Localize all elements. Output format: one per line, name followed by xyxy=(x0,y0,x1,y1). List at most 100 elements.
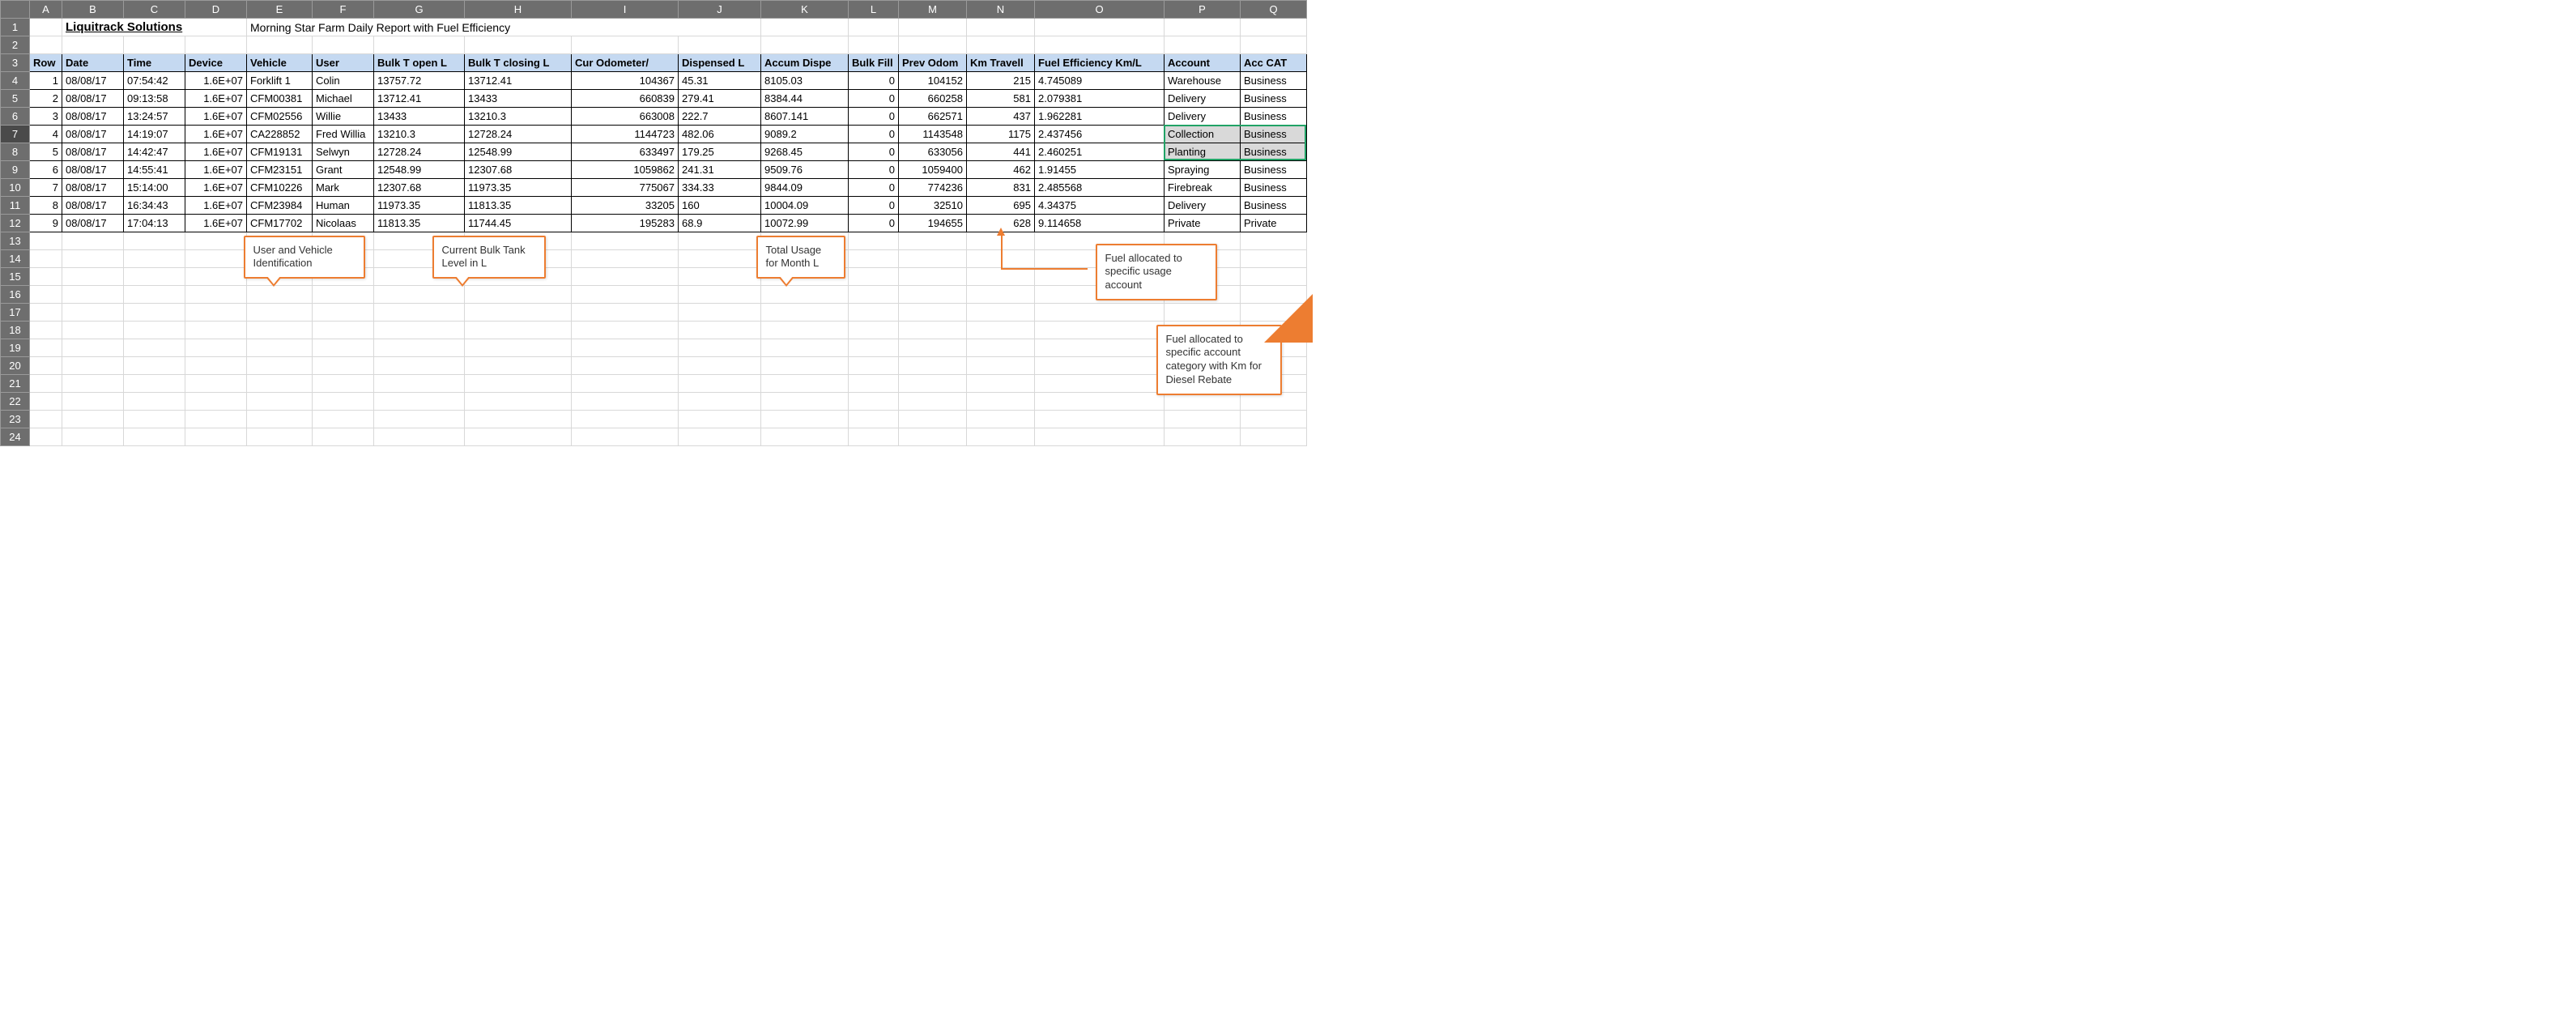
cell[interactable]: 13433 xyxy=(374,108,465,126)
cell[interactable] xyxy=(185,250,247,268)
cell[interactable]: 4.34375 xyxy=(1035,197,1165,215)
cell[interactable] xyxy=(849,357,899,375)
cell[interactable]: 07:54:42 xyxy=(124,72,185,90)
cell[interactable]: 08/08/17 xyxy=(62,72,124,90)
cell[interactable]: 482.06 xyxy=(679,126,761,143)
cell[interactable] xyxy=(247,286,313,304)
cell[interactable]: 1059862 xyxy=(572,161,679,179)
cell[interactable] xyxy=(374,411,465,428)
cell[interactable]: 0 xyxy=(849,72,899,90)
cell[interactable]: 9268.45 xyxy=(761,143,849,161)
cell[interactable] xyxy=(679,411,761,428)
cell[interactable] xyxy=(247,393,313,411)
cell[interactable]: 0 xyxy=(849,197,899,215)
cell[interactable]: Business xyxy=(1241,72,1307,90)
cell[interactable]: Delivery xyxy=(1165,197,1241,215)
cell[interactable]: Delivery xyxy=(1165,90,1241,108)
cell[interactable] xyxy=(899,250,967,268)
cell[interactable] xyxy=(185,268,247,286)
cell[interactable]: Collection xyxy=(1165,126,1241,143)
cell[interactable] xyxy=(313,322,374,339)
cell[interactable] xyxy=(62,428,124,446)
cell[interactable] xyxy=(1165,411,1241,428)
col-head-G[interactable]: G xyxy=(374,1,465,19)
cell[interactable]: 2.485568 xyxy=(1035,179,1165,197)
cell[interactable]: CFM23984 xyxy=(247,197,313,215)
cell[interactable]: 660258 xyxy=(899,90,967,108)
cell[interactable]: 1.6E+07 xyxy=(185,108,247,126)
cell[interactable]: CFM10226 xyxy=(247,179,313,197)
cell[interactable]: 0 xyxy=(849,143,899,161)
cell[interactable] xyxy=(572,268,679,286)
cell[interactable]: CFM00381 xyxy=(247,90,313,108)
cell[interactable] xyxy=(761,286,849,304)
cell[interactable]: Colin xyxy=(313,72,374,90)
cell[interactable]: 8607.141 xyxy=(761,108,849,126)
cell[interactable] xyxy=(465,357,572,375)
cell[interactable] xyxy=(313,304,374,322)
cell[interactable]: 160 xyxy=(679,197,761,215)
cell[interactable] xyxy=(849,286,899,304)
cell[interactable]: 11813.35 xyxy=(374,215,465,232)
col-head-C[interactable]: C xyxy=(124,1,185,19)
cell[interactable] xyxy=(124,232,185,250)
cell[interactable]: 662571 xyxy=(899,108,967,126)
row-head-7[interactable]: 7 xyxy=(1,126,30,143)
cell[interactable] xyxy=(247,375,313,393)
cell[interactable] xyxy=(1241,232,1307,250)
col-head-I[interactable]: I xyxy=(572,1,679,19)
hdr-prev-odo[interactable]: Prev Odom xyxy=(899,54,967,72)
cell[interactable] xyxy=(374,339,465,357)
cell[interactable]: 0 xyxy=(849,215,899,232)
cell[interactable]: 241.31 xyxy=(679,161,761,179)
cell[interactable] xyxy=(124,428,185,446)
row-head-18[interactable]: 18 xyxy=(1,322,30,339)
cell[interactable]: 16:34:43 xyxy=(124,197,185,215)
cell[interactable] xyxy=(465,393,572,411)
cell[interactable] xyxy=(679,357,761,375)
cell[interactable] xyxy=(572,322,679,339)
cell[interactable] xyxy=(62,393,124,411)
cell[interactable] xyxy=(247,357,313,375)
cell[interactable]: Grant xyxy=(313,161,374,179)
cell[interactable] xyxy=(967,304,1035,322)
hdr-acc-cat[interactable]: Acc CAT xyxy=(1241,54,1307,72)
cell[interactable] xyxy=(1035,375,1165,393)
cell[interactable]: 581 xyxy=(967,90,1035,108)
cell[interactable]: 5 xyxy=(30,143,62,161)
cell[interactable]: 215 xyxy=(967,72,1035,90)
cell[interactable] xyxy=(849,304,899,322)
cell[interactable]: 14:19:07 xyxy=(124,126,185,143)
cell[interactable]: 1144723 xyxy=(572,126,679,143)
cell[interactable] xyxy=(1241,250,1307,268)
cell[interactable] xyxy=(313,393,374,411)
cell[interactable]: CFM02556 xyxy=(247,108,313,126)
cell[interactable]: 17:04:13 xyxy=(124,215,185,232)
row-head-12[interactable]: 12 xyxy=(1,215,30,232)
col-head-P[interactable]: P xyxy=(1165,1,1241,19)
cell[interactable]: Delivery xyxy=(1165,108,1241,126)
cell[interactable] xyxy=(124,286,185,304)
cell[interactable]: 11973.35 xyxy=(374,197,465,215)
cell[interactable] xyxy=(124,339,185,357)
cell[interactable] xyxy=(761,375,849,393)
cell[interactable] xyxy=(313,339,374,357)
cell[interactable] xyxy=(679,232,761,250)
cell[interactable] xyxy=(679,304,761,322)
cell[interactable]: 334.33 xyxy=(679,179,761,197)
row-head-11[interactable]: 11 xyxy=(1,197,30,215)
col-head-K[interactable]: K xyxy=(761,1,849,19)
cell[interactable]: 12307.68 xyxy=(465,161,572,179)
cell[interactable] xyxy=(899,357,967,375)
cell[interactable] xyxy=(1165,304,1241,322)
cell[interactable] xyxy=(62,304,124,322)
cell[interactable]: 831 xyxy=(967,179,1035,197)
cell[interactable] xyxy=(313,357,374,375)
cell[interactable]: 1 xyxy=(30,72,62,90)
cell[interactable]: 11973.35 xyxy=(465,179,572,197)
cell[interactable]: CFM23151 xyxy=(247,161,313,179)
cell[interactable] xyxy=(899,232,967,250)
cell[interactable] xyxy=(967,322,1035,339)
cell[interactable] xyxy=(62,268,124,286)
cell[interactable]: Selwyn xyxy=(313,143,374,161)
